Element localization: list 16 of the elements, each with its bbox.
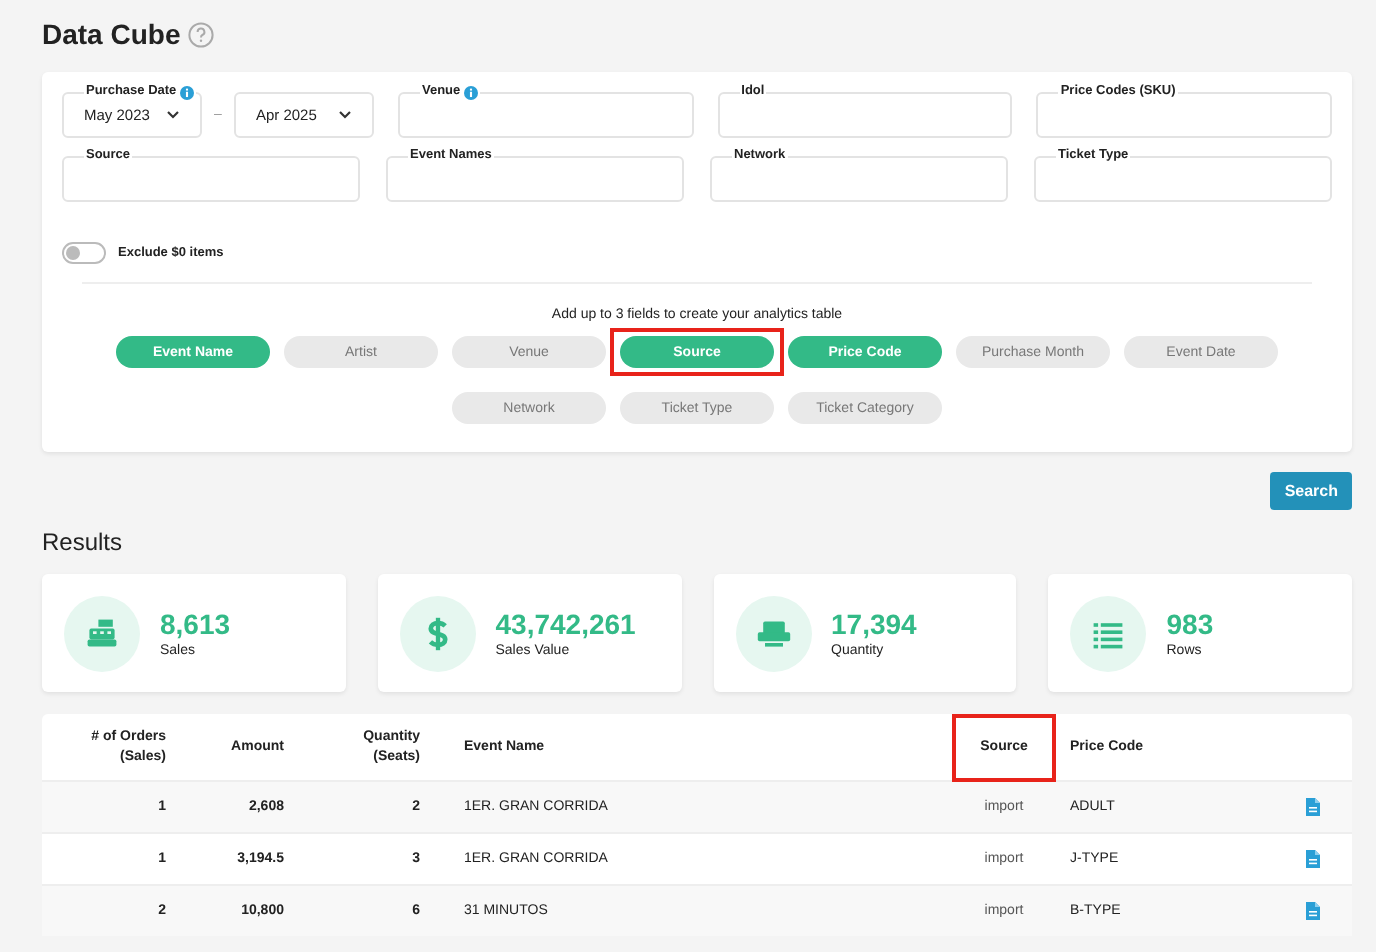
toggle-switch[interactable] bbox=[62, 242, 106, 264]
caret-icon bbox=[338, 110, 352, 120]
seat-icon bbox=[755, 615, 791, 651]
help-icon[interactable] bbox=[188, 21, 215, 47]
search-button[interactable]: Search bbox=[1270, 472, 1352, 510]
section-title: Results bbox=[42, 528, 123, 556]
cash-register-icon bbox=[84, 615, 120, 651]
document-icon[interactable] bbox=[1305, 902, 1319, 920]
stat-value: 17,394 bbox=[831, 608, 917, 640]
page-title: Data Cube bbox=[42, 18, 181, 50]
stat-value: 43,742,261 bbox=[495, 608, 636, 640]
stat-value: 8,613 bbox=[160, 608, 231, 640]
document-icon[interactable] bbox=[1305, 850, 1319, 868]
stat-value: 983 bbox=[1166, 608, 1214, 640]
document-icon[interactable] bbox=[1305, 798, 1319, 816]
caret-icon bbox=[166, 110, 181, 120]
